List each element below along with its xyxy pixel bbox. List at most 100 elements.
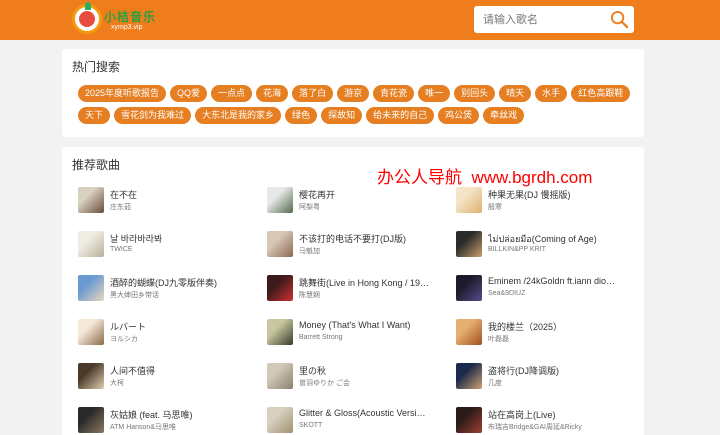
hot-tag[interactable]: 绿色 (285, 107, 318, 124)
song-title[interactable]: 我的楼兰（2025） (488, 320, 636, 333)
hot-tag[interactable]: 2025年度听歌报告 (78, 85, 167, 102)
song-cover[interactable] (78, 407, 104, 433)
hot-tag[interactable]: 一点点 (211, 85, 253, 102)
search-box (474, 6, 634, 33)
song-cover[interactable] (78, 187, 104, 213)
hot-tag[interactable]: 雪花剑为我难过 (114, 107, 192, 124)
song-cover[interactable] (78, 363, 104, 389)
song-item[interactable]: 我的楼兰（2025） 叶磊磊 (456, 319, 636, 351)
hot-tag[interactable]: 唯一 (418, 85, 451, 102)
song-title[interactable]: 不该打的电话不要打(DJ版) (299, 232, 447, 245)
hot-tag[interactable]: 鸡公煲 (438, 107, 480, 124)
hot-search-panel: 热门搜索 2025年度听歌报告 QQ爱 一点点 花海 落了白 游京 青花瓷 唯一 别回头 晴天 水手… (62, 49, 644, 137)
song-item[interactable]: Money (That's What I Want) Barrett Strong (267, 319, 447, 351)
song-title[interactable]: Money (That's What I Want) (299, 320, 447, 330)
song-item[interactable]: 种果无果(DJ 慢摇版) 殷寒 (456, 187, 636, 219)
song-item[interactable]: Eminem /24kGoldn ft.iann dio… Sea&9DIUZ (456, 275, 636, 307)
recommend-title: 推荐歌曲 (72, 158, 121, 172)
hot-tag[interactable]: 给未来的自己 (366, 107, 435, 124)
song-title[interactable]: ไม่ปล่อยมือ(Coming of Age) (488, 232, 636, 246)
song-artist: 布瑞吉Bridge&GAI周延&Ricky (488, 424, 582, 431)
song-title[interactable]: 酒醉的蝴蝶(DJ九零版伴奏) (110, 276, 258, 289)
search-input[interactable] (474, 6, 604, 33)
song-cover[interactable] (267, 231, 293, 257)
watermark-text: 办公人导航 (377, 168, 462, 187)
song-item[interactable]: 在不在 庄东茹 (78, 187, 258, 219)
song-item[interactable]: 跳舞街(Live in Hong Kong / 19… 陈慧娴 (267, 275, 447, 307)
song-artist: ヨルシカ (110, 336, 138, 343)
song-item[interactable]: 樱花再开 阿梨粤 (267, 187, 447, 219)
hot-tag[interactable]: 落了白 (292, 85, 334, 102)
hot-tag[interactable]: 天下 (78, 107, 111, 124)
song-title[interactable]: Glitter & Gloss(Acoustic Versi… (299, 408, 447, 418)
song-artist: 阿梨粤 (299, 204, 320, 211)
song-cover[interactable] (456, 319, 482, 345)
hot-tag[interactable]: 花海 (256, 85, 289, 102)
song-cover[interactable] (456, 275, 482, 301)
site-logo[interactable]: 小桔音乐 xymp3.vip (72, 2, 162, 37)
song-cover[interactable] (78, 275, 104, 301)
song-title[interactable]: 里の秋 (299, 364, 447, 377)
song-title[interactable]: 在不在 (110, 188, 258, 201)
hot-tag[interactable]: 青花瓷 (373, 85, 415, 102)
song-artist: 殷寒 (488, 204, 502, 211)
song-artist: 黑大婶田乡带话 (110, 292, 159, 299)
song-item[interactable]: 站在高岗上(Live) 布瑞吉Bridge&GAI周延&Ricky (456, 407, 636, 435)
hot-search-tags: 2025年度听歌报告 QQ爱 一点点 花海 落了白 游京 青花瓷 唯一 别回头 晴天 水手 红色高跟鞋… (78, 85, 638, 124)
hot-tag[interactable]: 别回头 (454, 85, 496, 102)
song-title[interactable]: 站在高岗上(Live) (488, 408, 636, 421)
song-artist: TWICE (110, 246, 133, 253)
song-cover[interactable] (267, 407, 293, 433)
hot-search-title: 热门搜索 (72, 60, 121, 74)
hot-tag[interactable]: 晴天 (499, 85, 532, 102)
hot-tag[interactable]: QQ爱 (170, 85, 208, 102)
hot-tag[interactable]: 探故知 (321, 107, 363, 124)
song-title[interactable]: 人间不值得 (110, 364, 258, 377)
song-cover[interactable] (456, 407, 482, 433)
song-artist: 大柯 (110, 380, 124, 387)
hot-tag[interactable]: 大东北是我的家乡 (195, 107, 282, 124)
hot-tag[interactable]: 红色高跟鞋 (571, 85, 631, 102)
song-artist: Barrett Strong (299, 334, 343, 341)
song-cover[interactable] (456, 231, 482, 257)
song-cover[interactable] (456, 363, 482, 389)
song-item[interactable]: 날 바라바라봐 TWICE (78, 231, 258, 263)
song-item[interactable]: 里の秋 曽羽ゆりか ご会 (267, 363, 447, 395)
song-artist: ATM Hanson&马思唯 (110, 424, 176, 431)
song-item[interactable]: ルバート ヨルシカ (78, 319, 258, 351)
song-item[interactable]: 人间不值得 大柯 (78, 363, 258, 395)
song-item[interactable]: 盗将行(DJ降调版) 几度 (456, 363, 636, 395)
song-artist: 庄东茹 (110, 204, 131, 211)
song-title[interactable]: 种果无果(DJ 慢摇版) (488, 188, 636, 201)
search-icon[interactable] (610, 10, 629, 29)
top-header: 小桔音乐 xymp3.vip (0, 0, 720, 40)
song-artist: Sea&9DIUZ (488, 290, 526, 297)
song-item[interactable]: ไม่ปล่อยมือ(Coming of Age) BILLKIN&PP KRI… (456, 231, 636, 263)
logo-text: 小桔音乐 (104, 10, 157, 24)
song-cover[interactable] (267, 187, 293, 213)
watermark-url: www.bgrdh.com (471, 168, 593, 187)
hot-tag[interactable]: 游京 (337, 85, 370, 102)
song-cover[interactable] (267, 275, 293, 301)
song-cover[interactable] (456, 187, 482, 213)
song-title[interactable]: 跳舞街(Live in Hong Kong / 19… (299, 276, 447, 289)
song-title[interactable]: Eminem /24kGoldn ft.iann dio… (488, 276, 636, 286)
orange-logo-icon (72, 2, 102, 34)
song-cover[interactable] (78, 231, 104, 257)
song-title[interactable]: ルバート (110, 320, 258, 333)
song-cover[interactable] (267, 363, 293, 389)
logo-domain: xymp3.vip (111, 24, 143, 31)
song-title[interactable]: 樱花再开 (299, 188, 447, 201)
song-cover[interactable] (78, 319, 104, 345)
song-item[interactable]: 酒醉的蝴蝶(DJ九零版伴奏) 黑大婶田乡带话 (78, 275, 258, 307)
song-title[interactable]: 盗将行(DJ降调版) (488, 364, 636, 377)
hot-tag[interactable]: 水手 (535, 85, 568, 102)
song-cover[interactable] (267, 319, 293, 345)
recommend-panel: 推荐歌曲 在不在 庄东茹 樱花再开 阿梨粤 种果无果(DJ 慢摇版) 殷寒 날 바라바라봐 T… (62, 147, 644, 435)
song-item[interactable]: 不该打的电话不要打(DJ版) 马魁加 (267, 231, 447, 263)
song-item[interactable]: 灰姑娘 (feat. 马思唯) ATM Hanson&马思唯 (78, 407, 258, 435)
song-title[interactable]: 灰姑娘 (feat. 马思唯) (110, 408, 258, 421)
hot-tag[interactable]: 牵丝戏 (483, 107, 525, 124)
song-title[interactable]: 날 바라바라봐 (110, 232, 258, 245)
song-item[interactable]: Glitter & Gloss(Acoustic Versi… SKOTT (267, 407, 447, 435)
